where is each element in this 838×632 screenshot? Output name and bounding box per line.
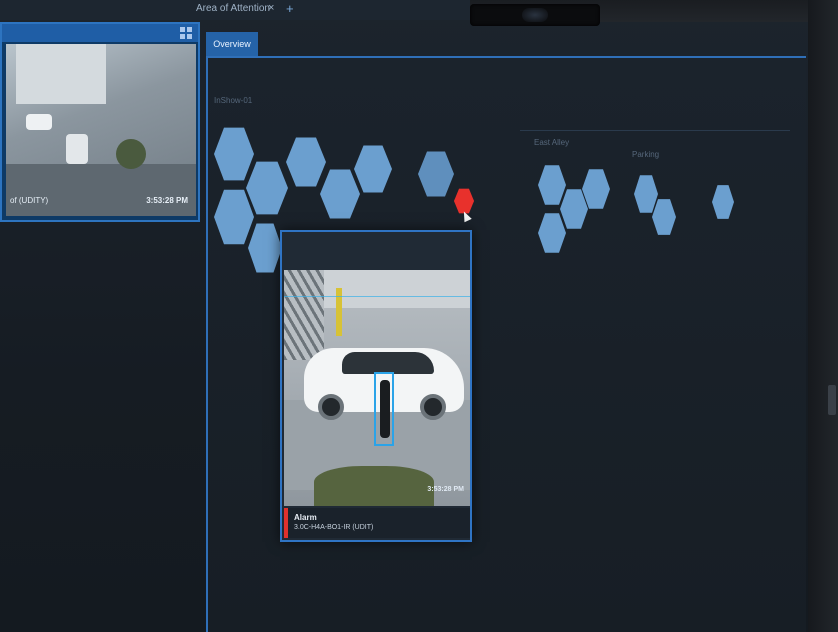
alarm-status-stripe — [284, 508, 288, 538]
alarm-video-feed[interactable] — [284, 270, 470, 506]
camera-tile-timestamp: 3:53:28 PM — [146, 196, 188, 205]
camera-tile-label: of (UDITY) — [10, 196, 49, 205]
group-label-3: Parking — [632, 150, 660, 159]
alarm-footer: Alarm 3.0C-H4A-BO1-IR (UDIT) — [284, 508, 470, 538]
alarm-title: Alarm — [294, 513, 317, 522]
group-label-1: InShow-01 — [214, 96, 253, 105]
webcam — [470, 4, 600, 26]
monitor-screen: Area of Attention × + of (UDITY) 3:53:28… — [0, 0, 808, 632]
group-label-2: East Alley — [534, 138, 570, 147]
detection-bounding-box — [374, 372, 394, 446]
group-divider — [520, 130, 790, 131]
close-icon[interactable]: × — [268, 2, 274, 14]
alarm-popup[interactable]: 3:53:28 PM Alarm 3.0C-H4A-BO1-IR (UDIT) — [280, 230, 472, 542]
grid-icon[interactable] — [180, 27, 192, 39]
tab-area-of-attention[interactable]: Area of Attention — [196, 3, 270, 14]
monitor-bezel-right — [808, 0, 838, 632]
tab-overview[interactable]: Overview — [206, 32, 258, 56]
alarm-timestamp: 3:53:28 PM — [427, 486, 464, 493]
camera-tile-header — [2, 24, 198, 42]
alarm-camera-name: 3.0C-H4A-BO1-IR (UDIT) — [294, 524, 374, 531]
plus-icon[interactable]: + — [286, 1, 294, 16]
top-tab-strip: Area of Attention × + — [0, 0, 470, 20]
camera-video-feed[interactable] — [6, 44, 196, 216]
side-handle — [828, 385, 836, 415]
camera-tile-left[interactable]: of (UDITY) 3:53:28 PM — [0, 22, 200, 222]
